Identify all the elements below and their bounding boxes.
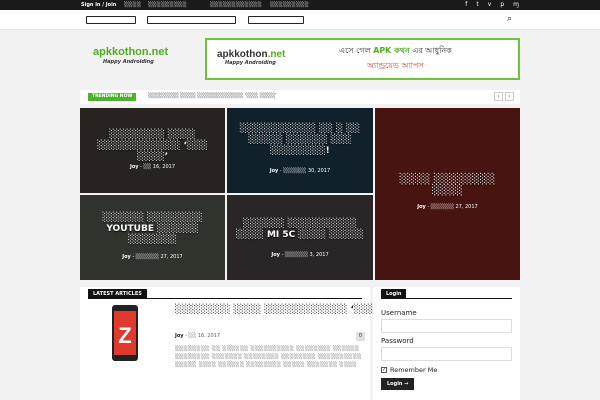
tile-meta: Joy - ░░░░░░ 30, 2017 xyxy=(269,168,331,174)
search-icon[interactable]: ⌕ xyxy=(507,14,512,24)
featured-tile-3[interactable]: ░░░░ ░░░░░░░░ ░░░░ Joy - ░░░░░░ 27, 2017 xyxy=(375,108,520,280)
featured-grid: ░░░░░░░░ ░░░░ ░░░░░░░░░░░░ ‘░░░ ░░░░’ Jo… xyxy=(80,108,520,280)
top-bar: Sign in / Join ░░░░ ░░░░░░░░░ ░░░░░░░░░░… xyxy=(0,0,600,10)
pinterest-icon[interactable]: p xyxy=(500,1,504,8)
ad-slogan-line2: অ্যান্ড্রয়েড অ্যাপস xyxy=(367,61,424,70)
top-link-2[interactable]: ░░░░░░░░░░░░ xyxy=(210,2,262,8)
tile-meta: Joy - ░░░░░░ 27, 2017 xyxy=(417,204,478,210)
vk-icon[interactable]: ɱ xyxy=(513,1,519,8)
svg-text:Z: Z xyxy=(118,323,131,348)
nav-item-2[interactable] xyxy=(147,16,236,24)
remember-me-checkbox[interactable]: ✓ xyxy=(381,367,387,373)
trending-headline[interactable]: ░░░░░░░░ ░░░░ ░░░░░░░░░░░░ ‘░░░ ░░░░’ xyxy=(148,93,277,99)
tile-meta: Joy - ░░░░░░ 3, 2017 xyxy=(271,252,329,258)
tile-title[interactable]: ░░░░░░░░ ░░░░ ░░░░░░░░░░░░ ‘░░░ ░░░░’ xyxy=(88,130,217,163)
vimeo-icon[interactable]: v xyxy=(488,1,492,8)
twitter-icon[interactable]: t xyxy=(476,1,478,8)
remember-me-label: Remember Me xyxy=(390,366,438,374)
article-excerpt: ░░░░░░░░ ░░ ░░░░░░ ░░░░░░░░░░ ░░░░░░░░ ░… xyxy=(175,346,362,368)
logo-name: apkkothon.net xyxy=(93,46,169,58)
site-logo[interactable]: apkkothon.net Happy Androiding xyxy=(93,46,183,65)
password-input[interactable] xyxy=(381,347,512,361)
header-ad-banner[interactable]: apkkothon.net Happy Androiding এসে গেল A… xyxy=(205,38,520,80)
ad-logo: apkkothon.net Happy Androiding xyxy=(217,49,286,66)
tile-title[interactable]: ░░░░ ░░░░░░░░ ░░░░ xyxy=(383,174,512,196)
social-icons: f t v p ɱ xyxy=(465,1,519,8)
featured-tile-1[interactable]: ░░░░░░░░ ░░░░ ░░░░░░░░░░░░ ‘░░░ ░░░░’ Jo… xyxy=(80,108,225,193)
featured-tile-2[interactable]: ░░░░░░░░░░░ ░░ ░ ░░ ░░░░░ ░░░░░░ ░░░ ░░░… xyxy=(227,108,373,193)
comment-count-badge[interactable]: 0 xyxy=(356,332,365,341)
tile-title[interactable]: ░░░░░░ ░░░░░░░░░░ ░░░░ MI 5C ░░░░ ░░░░░ xyxy=(235,219,365,241)
nav-item-1[interactable] xyxy=(86,16,136,24)
featured-tile-5[interactable]: ░░░░░░ ░░░░░░░░░░ ░░░░ MI 5C ░░░░ ░░░░░ … xyxy=(227,195,373,280)
main-nav: ⌕ xyxy=(0,10,600,30)
username-label: Username xyxy=(381,309,417,317)
username-input[interactable] xyxy=(381,319,512,333)
featured-tile-4[interactable]: ░░░░░░ ░░░░░░░░ YOUTUBE ░░░░░░ ░░░░░░░ J… xyxy=(80,195,225,280)
trending-prev-button[interactable]: ‹ xyxy=(494,92,503,101)
ad-slogan: এসে গেল APK কথন এর আধুনিক xyxy=(339,46,452,55)
article-thumbnail-phone[interactable]: Z xyxy=(110,303,140,363)
password-label: Password xyxy=(381,337,414,345)
facebook-icon[interactable]: f xyxy=(465,1,467,8)
nav-item-3[interactable] xyxy=(248,16,304,24)
trending-badge: TRENDING NOW xyxy=(88,93,137,101)
tile-title[interactable]: ░░░░░░░░░░░ ░░ ░ ░░ ░░░░░ ░░░░░░ ░░░ ░░░… xyxy=(235,124,365,157)
top-extra-text: ░░░░ xyxy=(124,2,142,8)
article-meta: Joy - ░░ 16, 2017 xyxy=(175,333,221,339)
trending-bar: TRENDING NOW ░░░░░░░░ ░░░░ ░░░░░░░░░░░░ … xyxy=(80,90,520,104)
sign-in-join-link[interactable]: Sign in / Join xyxy=(81,2,116,8)
remember-me[interactable]: ✓ Remember Me xyxy=(381,366,437,374)
tile-meta: Joy - ░░░░░░ 27, 2017 xyxy=(122,254,183,260)
tile-meta: Joy - ░░ 16, 2017 xyxy=(129,164,176,170)
top-link-1[interactable]: ░░░░░░░░░ xyxy=(148,2,187,8)
tile-title[interactable]: ░░░░░░ ░░░░░░░░ YOUTUBE ░░░░░░ ░░░░░░░ xyxy=(88,213,217,246)
top-link-3[interactable]: ░░░░░░░░░ xyxy=(270,2,309,8)
logo-tagline: Happy Androiding xyxy=(103,59,154,65)
trending-next-button[interactable]: › xyxy=(505,92,514,101)
login-button[interactable]: Login → xyxy=(381,378,415,390)
